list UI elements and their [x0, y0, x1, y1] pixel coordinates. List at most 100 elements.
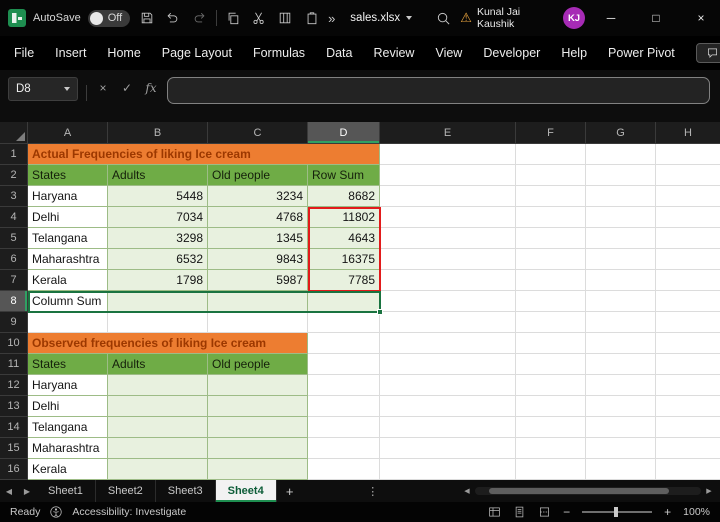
- cell-B16[interactable]: [108, 459, 208, 480]
- grid-cell[interactable]: [586, 249, 656, 270]
- tab-page-layout[interactable]: Page Layout: [162, 46, 232, 60]
- page-layout-view-icon[interactable]: [513, 506, 526, 518]
- save-icon[interactable]: [137, 8, 156, 28]
- row-header-16[interactable]: 16: [0, 459, 28, 480]
- grid-cell[interactable]: [586, 312, 656, 333]
- cell-A4[interactable]: Delhi: [28, 207, 108, 228]
- redo-icon[interactable]: [189, 8, 208, 28]
- cell-A14[interactable]: Telangana: [28, 417, 108, 438]
- row-header-15[interactable]: 15: [0, 438, 28, 459]
- row-header-10[interactable]: 10: [0, 333, 28, 354]
- cell-A2[interactable]: States: [28, 165, 108, 186]
- cell-C5[interactable]: 1345: [208, 228, 308, 249]
- confirm-entry-icon[interactable]: ✓: [119, 77, 135, 95]
- grid-cell[interactable]: [586, 165, 656, 186]
- tab-review[interactable]: Review: [373, 46, 414, 60]
- grid-cell[interactable]: [656, 186, 720, 207]
- formula-input[interactable]: [167, 77, 710, 104]
- grid-cell[interactable]: [380, 270, 516, 291]
- grid-cell[interactable]: [516, 165, 586, 186]
- zoom-in-button[interactable]: +: [664, 505, 671, 519]
- maximize-button[interactable]: □: [637, 0, 675, 36]
- grid-cell[interactable]: [516, 270, 586, 291]
- cell-B3[interactable]: 5448: [108, 186, 208, 207]
- grid-cell[interactable]: [516, 186, 586, 207]
- scroll-right-icon[interactable]: ▶: [704, 487, 714, 495]
- grid-cell[interactable]: [656, 165, 720, 186]
- page-break-view-icon[interactable]: [538, 506, 551, 518]
- grid-cell[interactable]: [656, 417, 720, 438]
- sheet-nav-next-icon[interactable]: ▶: [18, 487, 36, 496]
- grid-cell[interactable]: [516, 249, 586, 270]
- filename-menu[interactable]: sales.xlsx: [342, 12, 420, 24]
- cell-A15[interactable]: Maharashtra: [28, 438, 108, 459]
- cell-C2[interactable]: Old people: [208, 165, 308, 186]
- cell-B13[interactable]: [108, 396, 208, 417]
- tab-insert[interactable]: Insert: [55, 46, 86, 60]
- cell-B2[interactable]: Adults: [108, 165, 208, 186]
- grid-cell[interactable]: [586, 144, 656, 165]
- cell-A12[interactable]: Haryana: [28, 375, 108, 396]
- column-header-C[interactable]: C: [208, 122, 308, 144]
- cell-A10-title[interactable]: Observed frequencies of liking Ice cream: [28, 333, 308, 354]
- grid-cell[interactable]: [108, 312, 208, 333]
- grid-cell[interactable]: [380, 375, 516, 396]
- sheet-tab-sheet1[interactable]: Sheet1: [36, 480, 96, 502]
- tab-home[interactable]: Home: [107, 46, 140, 60]
- cell-D2[interactable]: Row Sum: [308, 165, 380, 186]
- name-box[interactable]: D8: [8, 77, 78, 101]
- sheet-tab-sheet2[interactable]: Sheet2: [96, 480, 156, 502]
- cell-C15[interactable]: [208, 438, 308, 459]
- cell-B11[interactable]: Adults: [108, 354, 208, 375]
- scroll-left-icon[interactable]: ◀: [462, 487, 472, 495]
- cell-B12[interactable]: [108, 375, 208, 396]
- grid-cell[interactable]: [656, 270, 720, 291]
- grid-cell[interactable]: [656, 249, 720, 270]
- grid-cell[interactable]: [516, 354, 586, 375]
- account-menu[interactable]: ⚠ Kunal Jai Kaushik: [460, 6, 556, 30]
- row-header-4[interactable]: 4: [0, 207, 28, 228]
- cell-C11[interactable]: Old people: [208, 354, 308, 375]
- cell-C4[interactable]: 4768: [208, 207, 308, 228]
- grid-cell[interactable]: [586, 270, 656, 291]
- board-icon[interactable]: [276, 8, 295, 28]
- grid-cell[interactable]: [586, 354, 656, 375]
- column-header-F[interactable]: F: [516, 122, 586, 144]
- minimize-button[interactable]: ─: [592, 0, 630, 36]
- undo-icon[interactable]: [163, 8, 182, 28]
- grid-cell[interactable]: [380, 354, 516, 375]
- row-header-8[interactable]: 8: [0, 291, 28, 312]
- grid-cell[interactable]: [380, 144, 516, 165]
- row-header-12[interactable]: 12: [0, 375, 28, 396]
- cell-B5[interactable]: 3298: [108, 228, 208, 249]
- grid-cell[interactable]: [516, 417, 586, 438]
- cell-B14[interactable]: [108, 417, 208, 438]
- grid-cell[interactable]: [586, 438, 656, 459]
- grid-cell[interactable]: [586, 207, 656, 228]
- grid-cell[interactable]: [516, 207, 586, 228]
- accessibility-status[interactable]: Accessibility: Investigate: [72, 506, 186, 518]
- grid-cell[interactable]: [656, 144, 720, 165]
- column-header-E[interactable]: E: [380, 122, 516, 144]
- grid-cell[interactable]: [380, 207, 516, 228]
- close-button[interactable]: ×: [682, 0, 720, 36]
- grid-cell[interactable]: [656, 354, 720, 375]
- grid-cell[interactable]: [308, 375, 380, 396]
- fill-handle[interactable]: [377, 309, 383, 315]
- grid-cell[interactable]: [586, 186, 656, 207]
- grid-cell[interactable]: [586, 459, 656, 480]
- cell-A6[interactable]: Maharashtra: [28, 249, 108, 270]
- cell-A5[interactable]: Telangana: [28, 228, 108, 249]
- grid-cell[interactable]: [516, 144, 586, 165]
- grid-cell[interactable]: [656, 228, 720, 249]
- grid-cell[interactable]: [516, 375, 586, 396]
- zoom-level[interactable]: 100%: [683, 506, 710, 518]
- row-header-5[interactable]: 5: [0, 228, 28, 249]
- grid-cell[interactable]: [380, 291, 516, 312]
- excel-logo-icon[interactable]: [8, 9, 26, 27]
- grid-cell[interactable]: [516, 396, 586, 417]
- horizontal-scrollbar[interactable]: ◀ ▶: [462, 487, 714, 495]
- grid-cell[interactable]: [380, 417, 516, 438]
- cell-C13[interactable]: [208, 396, 308, 417]
- grid-cell[interactable]: [656, 207, 720, 228]
